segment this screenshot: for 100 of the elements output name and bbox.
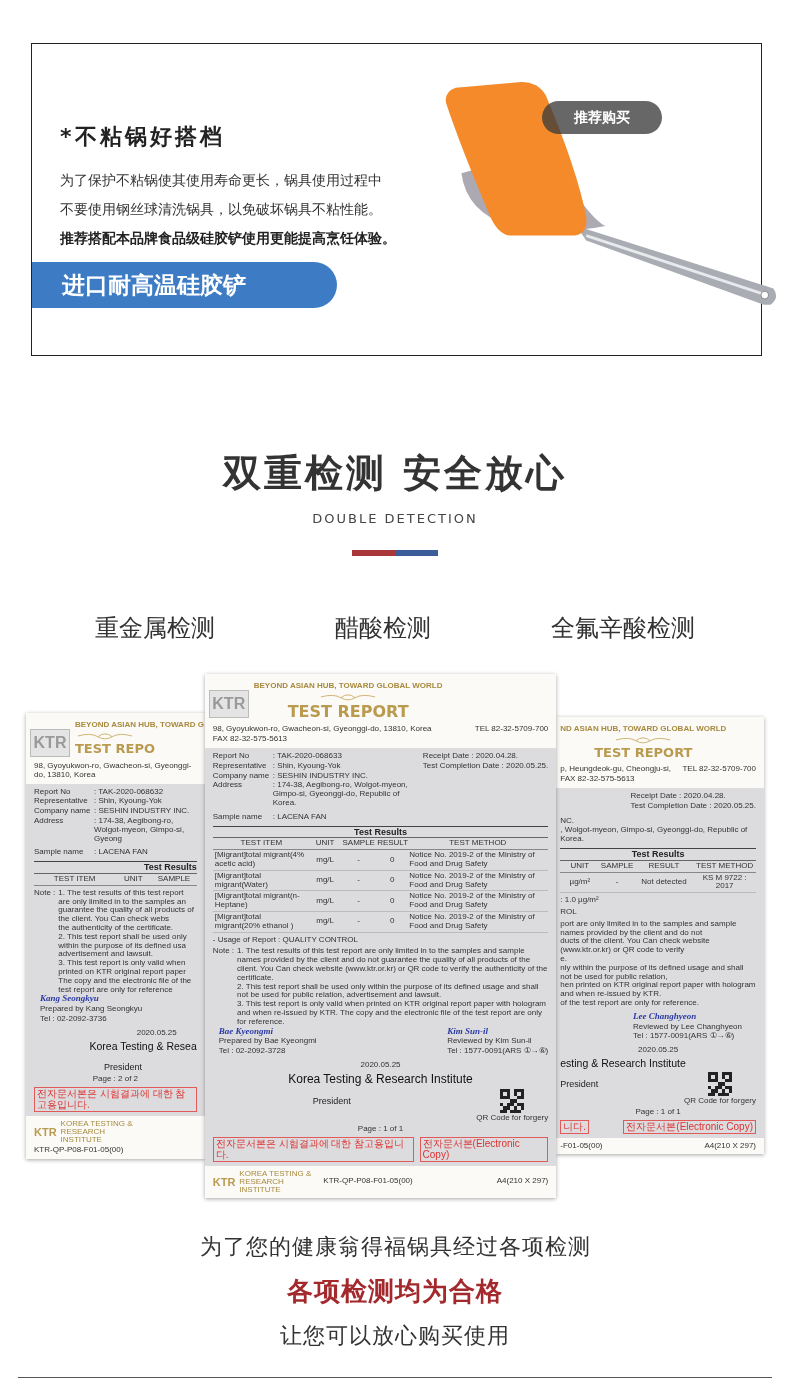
signer-phone: Tel : 02-2092-3728 [218,1047,287,1057]
table-cell: [Migrant]total migrant(Water) [212,870,311,892]
report-slogan: ND ASIAN HUB, TOWARD GLOBAL WORLD [560,725,727,735]
table-cell: Notice No. 2019-2 of the Ministry of Food and Drug Safety [407,891,549,913]
product-banner: 进口耐高温硅胶铲 [32,262,337,308]
table-cell: [Migrant]total migrant(n-Heptane) [212,891,311,913]
note-text: of the test report are only for reference. [560,999,701,1008]
form-code: KTR-QP-P08-F01-05(00) [34,1145,124,1155]
page-number: Page : 1 of 1 [635,1108,681,1118]
closing-line: 为了您的健康翁得福锅具经过各项检测 [199,1232,591,1261]
qr-code-icon [500,1089,525,1114]
lab-phone: TEL 82-32-5709-700 [474,725,549,735]
note-text: 3. This test report is only valid when printed on KTR original report paper [58,959,187,976]
note-text: hen printed on KTR original report paper with hologram and when re-issued by KTR. [560,981,756,1000]
table-cell: - [340,912,378,933]
signer-phone: Tel : 02-2092-3736 [40,1015,108,1024]
institute-name: Korea Testing & Research Institute [288,1072,473,1087]
section-subtitle: DOUBLE DETECTION [312,511,478,526]
qr-code-icon [708,1072,732,1097]
results-title: Test Results [212,825,549,838]
issue-date: 2020.05.25 [638,1046,679,1055]
qr-caption: QR Code for forgery [476,1114,549,1123]
signature: Bae Kyeongmi [218,1026,274,1037]
column-header: SAMPLE [340,838,378,851]
report-date: Test Completion Date : 2020.05.25. [422,761,549,771]
column-header: RESULT [634,860,694,873]
column-header: TEST METHOD [407,838,549,851]
table-cell: - [340,850,378,871]
electronic-copy-note: 니다. [560,1120,590,1134]
lab-address: p, Heungdeok-gu, Cheongju-si, [560,765,672,775]
report-title: TEST REPORT [287,702,409,721]
test-type-label: 重金属检测 [95,613,215,644]
form-code: KTR-QP-P08-F01-05(00) [323,1177,413,1187]
card-heading: *不粘锅好搭档 [60,123,226,151]
results-title: Test Results [560,848,756,860]
note-text: 3. This test report is only valid when printed on KTR original report paper with hologram and when re-issued by KTR. The copy and the electronic file of the test report are only for reference. [237,1000,547,1027]
table-cell: [Migrant]total migrant(4% acetic acid) [212,850,311,871]
ktr-logo: KTR [208,690,249,718]
table-cell: mg/L [310,870,341,892]
closing-line: 让您可以放心购买使用 [280,1321,510,1350]
lab-address: 98, Gyoyukwon-ro, Gwacheon-si, Gyeonggi-do, 13810, Korea [212,725,432,735]
president-title: President [312,1097,351,1107]
field-value: : 174-38, Aegibong-ro, Wolgot-myeon, Gimpo-si, Gyeonggi-do, Republic of Korea. [272,781,409,808]
table-cell: Notice No. 2019-2 of the Ministry of Food and Drug Safety [407,912,549,933]
field-value: : 174-38, Aegibong-ro, Wolgot-myeon, Gimpo-si, Gyeong [94,816,186,844]
report-date: Receipt Date : 2020.04.28. [422,752,520,761]
table-cell: mg/L [310,912,341,933]
note-text: the authenticity of the certificate. [58,924,175,933]
lab-fax: FAX 82-32-575-5613 [560,775,635,784]
field-value: : TAK-2020-068632 [94,787,164,797]
field-value: : SESHIN INDUSTRY INC. [272,771,369,781]
note-text: 1. The test results of this test report are only limited in to the samples and sample names provided by the client and do not guarantee the quality of all products of the client. You Can check website (www.ktr.or.kr) or QR code to verify the authenticity of the certificate. [237,947,549,983]
field-value: : LACENA FAN [272,812,327,822]
institute-logo-text: KOREA TESTING & RESEARCH INSTITUTE [239,1169,313,1194]
report-title: TEST REPO [75,741,155,757]
field-value: : LACENA FAN [94,848,148,858]
table-cell: 0 [377,912,408,933]
table-cell: Not detected [634,872,694,894]
test-type-label: 醋酸检测 [335,613,431,644]
signature: Lee Changhyeon [633,1011,698,1022]
report-usage: - Usage of Report : QUALITY CONTROL [212,935,359,945]
field-label: Company name [212,771,271,781]
field-value: NC. [560,816,575,826]
field-label: Representative [212,761,268,771]
field-value: : Shin, Kyoung-Yok [94,797,162,807]
field-label: Address [34,816,65,827]
description-line: 推荐搭配本品牌食品级硅胶铲使用更能提高烹饪体验。 [60,229,396,248]
column-header: UNIT [560,860,600,873]
table-cell: - [599,872,635,894]
report-title: TEST REPORT [594,746,693,761]
table-cell: 0 [377,891,408,913]
table-cell: 0 [377,850,408,871]
ktr-logo: KTR [34,1125,57,1138]
table-cell: mg/L [310,891,341,913]
table-cell: - [340,870,378,892]
lab-phone: TEL 82-32-5709-700 [682,765,756,775]
description-line: 为了保护不粘锅使其使用寿命更长，锅具使用过程中 [60,171,382,190]
column-header: UNIT [115,874,152,886]
field-value: , Wolgot-myeon, Gimpo-si, Gyeonggi-do, Republic of Korea. [560,826,749,844]
note-text: e. [560,955,568,964]
president-title: President [104,1063,143,1074]
paper-size: A4(210 X 297) [704,1141,756,1151]
note-text: 2. This test report shall be used only within the purpose of its defined usage and shall not be used for public relation, advertisement and lawsuit. [237,982,540,1001]
field-value: : SESHIN INDUSTRY INC. [94,807,190,816]
note-text: advertisement and lawsuit. [58,950,155,960]
electronic-copy-note: 전자문서본(Electronic Copy) [419,1136,549,1162]
signer-role: Reviewed by Lee Changhyeon [633,1022,742,1032]
field-label: Sample name [212,812,264,822]
column-header: TEST ITEM [34,874,116,886]
column-header: SAMPLE [151,874,197,886]
column-header: TEST METHOD [693,860,756,873]
electronic-copy-note: 전자문서본은 시험결과에 대한 참고용입니다. [34,1086,197,1112]
table-cell: mg/L [310,850,341,871]
note-text: The copy and the electronic file of the test report are only for reference [58,976,193,995]
report-slogan: BEYOND ASIAN HUB, TOWARD GLOBAL WORLD [253,682,443,691]
section-title: 双重检测 安全放心 [222,450,568,497]
signer-role: Prepared by Bae Kyeongmi [218,1037,317,1047]
buy-button[interactable]: 推荐购买 [542,101,662,134]
president-title: President [560,1080,599,1091]
table-cell: - [340,891,378,913]
